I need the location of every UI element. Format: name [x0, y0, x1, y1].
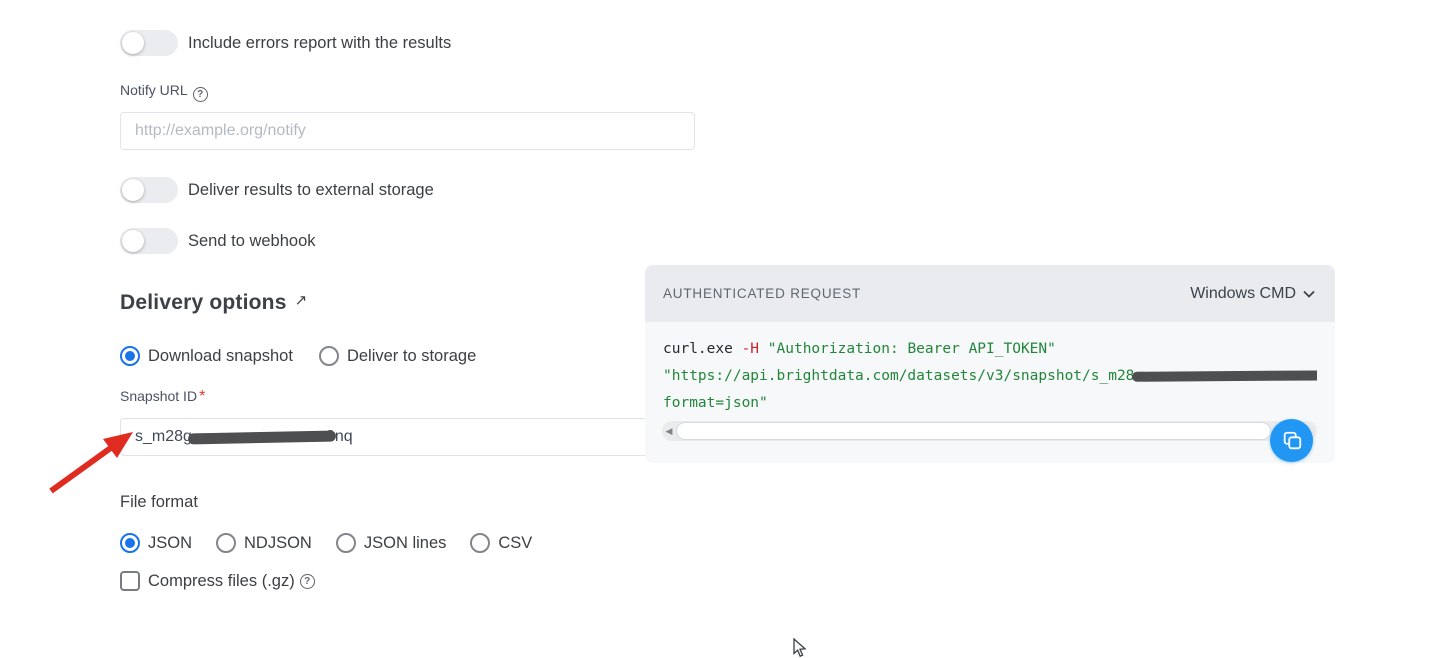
external-link-icon[interactable]: ↗ — [295, 291, 308, 309]
compress-label[interactable]: Compress files (.gz) — [148, 572, 295, 591]
help-icon[interactable]: ? — [193, 87, 208, 102]
code-url-string: "https://api.brightdata.com/datasets/v3/… — [663, 368, 1134, 384]
code-line-1: curl.exe -H "Authorization: Bearer API_T… — [663, 336, 1317, 363]
scroll-left-arrow-icon[interactable]: ◀ — [662, 421, 676, 441]
file-format-radio-group: JSON NDJSON JSON lines CSV — [120, 533, 700, 553]
scrollbar-thumb[interactable] — [676, 422, 1271, 440]
radio-label-json-lines[interactable]: JSON lines — [364, 534, 447, 553]
radio-label-csv[interactable]: CSV — [498, 534, 532, 553]
notify-url-label-row: Notify URL? — [120, 82, 700, 102]
chevron-down-icon — [1303, 290, 1315, 298]
webhook-toggle[interactable] — [120, 228, 178, 254]
include-errors-label: Include errors report with the results — [188, 34, 451, 53]
curl-code-block: curl.exe -H "Authorization: Bearer API_T… — [645, 322, 1317, 417]
code-line-2: "https://api.brightdata.com/datasets/v3/… — [663, 363, 1317, 390]
authenticated-request-panel: AUTHENTICATED REQUEST Windows CMD curl.e… — [645, 265, 1335, 463]
radio-ndjson[interactable]: NDJSON — [216, 533, 312, 553]
toggle-knob — [122, 32, 144, 54]
required-asterisk: * — [199, 388, 205, 405]
webhook-label: Send to webhook — [188, 232, 316, 251]
notify-url-label: Notify URL — [120, 82, 188, 98]
external-storage-label: Deliver results to external storage — [188, 181, 434, 200]
radio-csv[interactable]: CSV — [470, 533, 532, 553]
code-flag: -H — [742, 341, 768, 357]
horizontal-scrollbar[interactable]: ◀ — [662, 421, 1317, 441]
radio-circle[interactable] — [216, 533, 236, 553]
radio-label-json[interactable]: JSON — [148, 534, 192, 553]
compress-row: Compress files (.gz)? — [120, 571, 700, 591]
page-title: Delivery options — [120, 291, 287, 315]
webhook-toggle-row: Send to webhook — [120, 228, 700, 254]
toggle-knob — [122, 179, 144, 201]
snapshot-id-label-row: Snapshot ID* — [120, 388, 700, 406]
mouse-cursor — [793, 638, 807, 658]
help-icon[interactable]: ? — [300, 574, 315, 589]
toggle-knob — [122, 230, 144, 252]
delivery-options-heading-row: Delivery options ↗ — [120, 291, 700, 315]
radio-circle-selected[interactable] — [120, 533, 140, 553]
radio-label-deliver-to-storage[interactable]: Deliver to storage — [347, 347, 476, 366]
compress-checkbox[interactable] — [120, 571, 140, 591]
radio-deliver-to-storage[interactable]: Deliver to storage — [319, 346, 476, 366]
radio-download-snapshot[interactable]: Download snapshot — [120, 346, 293, 366]
notify-url-field-wrap — [120, 112, 695, 150]
code-command: curl.exe — [663, 341, 742, 357]
language-selector-value: Windows CMD — [1190, 285, 1296, 303]
radio-circle[interactable] — [319, 346, 339, 366]
radio-circle-selected[interactable] — [120, 346, 140, 366]
include-errors-toggle[interactable] — [120, 30, 178, 56]
code-string: "Authorization: Bearer API_TOKEN" — [768, 341, 1056, 357]
notify-url-input[interactable] — [120, 112, 695, 150]
annotation-arrow — [35, 425, 140, 500]
external-storage-toggle[interactable] — [120, 177, 178, 203]
redaction-bar — [188, 430, 336, 444]
redaction-bar — [1132, 370, 1317, 382]
radio-label-download-snapshot[interactable]: Download snapshot — [148, 347, 293, 366]
copy-icon — [1281, 430, 1303, 452]
radio-circle[interactable] — [470, 533, 490, 553]
radio-circle[interactable] — [336, 533, 356, 553]
code-string: format=json" — [663, 395, 768, 411]
delivery-form: Include errors report with the results N… — [120, 0, 700, 591]
delivery-mode-radio-group: Download snapshot Deliver to storage — [120, 346, 700, 366]
language-selector-dropdown[interactable]: Windows CMD — [1190, 285, 1315, 303]
file-format-label-row: File format — [120, 493, 700, 512]
code-panel-header: AUTHENTICATED REQUEST Windows CMD — [645, 265, 1335, 322]
code-line-3: format=json" — [663, 390, 1317, 417]
radio-json-lines[interactable]: JSON lines — [336, 533, 447, 553]
radio-json[interactable]: JSON — [120, 533, 192, 553]
code-panel-title: AUTHENTICATED REQUEST — [663, 286, 861, 301]
snapshot-id-label: Snapshot ID — [120, 388, 197, 404]
include-errors-toggle-row: Include errors report with the results — [120, 30, 700, 56]
external-storage-toggle-row: Deliver results to external storage — [120, 177, 700, 203]
snapshot-id-input[interactable]: s_m28g 3nq — [120, 418, 648, 456]
copy-button[interactable] — [1270, 419, 1313, 462]
snapshot-id-value-prefix: s_m28g — [135, 428, 192, 446]
radio-label-ndjson[interactable]: NDJSON — [244, 534, 312, 553]
